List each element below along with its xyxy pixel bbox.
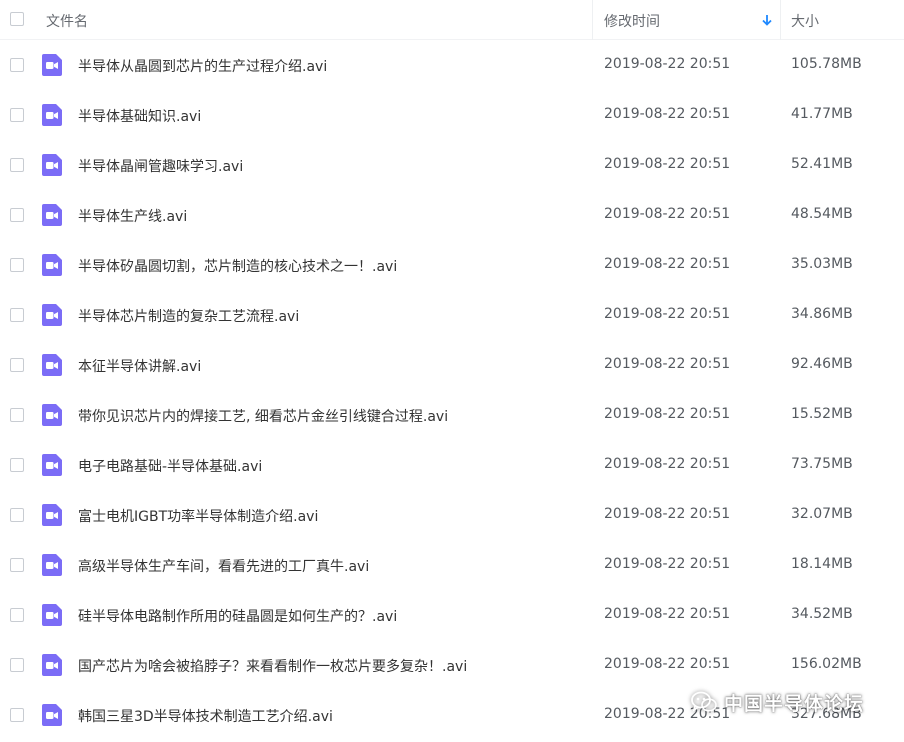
file-row[interactable]: 电子电路基础-半导体基础.avi 2019-08-22 20:51 73.75MB (0, 440, 904, 490)
file-size: 73.75MB (791, 456, 853, 472)
file-name[interactable]: 半导体基础知识.avi (78, 106, 201, 126)
file-size: 35.03MB (791, 256, 853, 272)
file-row[interactable]: 国产芯片为啥会被掐脖子？来看看制作一枚芯片要多复杂！.avi 2019-08-22… (0, 640, 904, 690)
file-list-header: 文件名 修改时间 大小 (0, 0, 904, 40)
file-row[interactable]: 高级半导体生产车间，看看先进的工厂真牛.avi 2019-08-22 20:51 1… (0, 540, 904, 590)
file-row[interactable]: 半导体矽晶圆切割，芯片制造的核心技术之一！.avi 2019-08-22 20:5… (0, 240, 904, 290)
file-row[interactable]: 硅半导体电路制作所用的硅晶圆是如何生产的？.avi 2019-08-22 20:5… (0, 590, 904, 640)
file-name[interactable]: 电子电路基础-半导体基础.avi (78, 456, 262, 476)
row-checkbox[interactable] (10, 108, 24, 122)
video-file-icon (42, 154, 62, 176)
file-name[interactable]: 国产芯片为啥会被掐脖子？来看看制作一枚芯片要多复杂！.avi (78, 656, 467, 676)
file-list: 文件名 修改时间 大小 半导体从晶圆到芯片的生产过程介绍.avi 2019-08-… (0, 0, 904, 742)
file-name[interactable]: 本征半导体讲解.avi (78, 356, 201, 376)
file-name[interactable]: 半导体芯片制造的复杂工艺流程.avi (78, 306, 299, 326)
file-modified-time: 2019-08-22 20:51 (604, 156, 731, 172)
file-size: 15.52MB (791, 406, 853, 422)
file-name[interactable]: 韩国三星3D半导体技术制造工艺介绍.avi (78, 706, 333, 726)
watermark: 中国半导体论坛 (690, 685, 864, 719)
file-name[interactable]: 硅半导体电路制作所用的硅晶圆是如何生产的？.avi (78, 606, 397, 626)
watermark-text: 中国半导体论坛 (724, 692, 865, 715)
file-size: 32.07MB (791, 506, 853, 522)
file-size: 92.46MB (791, 356, 853, 372)
video-file-icon (42, 54, 62, 76)
row-checkbox[interactable] (10, 508, 24, 522)
row-checkbox[interactable] (10, 258, 24, 272)
file-size: 41.77MB (791, 106, 853, 122)
file-row[interactable]: 半导体晶闸管趣味学习.avi 2019-08-22 20:51 52.41MB (0, 140, 904, 190)
file-row[interactable]: 带你见识芯片内的焊接工艺, 细看芯片金丝引线键合过程.avi 2019-08-22… (0, 390, 904, 440)
video-file-icon (42, 504, 62, 526)
file-modified-time: 2019-08-22 20:51 (604, 556, 731, 572)
video-file-icon (42, 404, 62, 426)
file-name[interactable]: 高级半导体生产车间，看看先进的工厂真牛.avi (78, 556, 369, 576)
row-checkbox[interactable] (10, 58, 24, 72)
video-file-icon (42, 354, 62, 376)
column-header-size[interactable]: 大小 (791, 11, 819, 31)
video-file-icon (42, 304, 62, 326)
column-divider (592, 0, 593, 40)
file-modified-time: 2019-08-22 20:51 (604, 306, 731, 322)
file-size: 52.41MB (791, 156, 853, 172)
select-all-checkbox[interactable] (10, 12, 24, 26)
video-file-icon (42, 554, 62, 576)
row-checkbox[interactable] (10, 458, 24, 472)
row-checkbox[interactable] (10, 158, 24, 172)
file-row[interactable]: 半导体芯片制造的复杂工艺流程.avi 2019-08-22 20:51 34.86M… (0, 290, 904, 340)
video-file-icon (42, 104, 62, 126)
file-name[interactable]: 富士电机IGBT功率半导体制造介绍.avi (78, 506, 318, 526)
file-modified-time: 2019-08-22 20:51 (604, 606, 731, 622)
video-file-icon (42, 654, 62, 676)
file-modified-time: 2019-08-22 20:51 (604, 106, 731, 122)
file-row[interactable]: 富士电机IGBT功率半导体制造介绍.avi 2019-08-22 20:51 32.… (0, 490, 904, 540)
file-name[interactable]: 带你见识芯片内的焊接工艺, 细看芯片金丝引线键合过程.avi (78, 406, 448, 426)
file-modified-time: 2019-08-22 20:51 (604, 356, 731, 372)
row-checkbox[interactable] (10, 708, 24, 722)
row-checkbox[interactable] (10, 408, 24, 422)
file-row[interactable]: 本征半导体讲解.avi 2019-08-22 20:51 92.46MB (0, 340, 904, 390)
row-checkbox[interactable] (10, 608, 24, 622)
row-checkbox[interactable] (10, 558, 24, 572)
file-row[interactable]: 半导体从晶圆到芯片的生产过程介绍.avi 2019-08-22 20:51 105.… (0, 40, 904, 90)
file-name[interactable]: 半导体晶闸管趣味学习.avi (78, 156, 243, 176)
video-file-icon (42, 604, 62, 626)
file-row[interactable]: 半导体生产线.avi 2019-08-22 20:51 48.54MB (0, 190, 904, 240)
file-size: 105.78MB (791, 56, 862, 72)
file-size: 18.14MB (791, 556, 853, 572)
row-checkbox[interactable] (10, 308, 24, 322)
file-size: 34.52MB (791, 606, 853, 622)
row-checkbox[interactable] (10, 658, 24, 672)
video-file-icon (42, 454, 62, 476)
file-modified-time: 2019-08-22 20:51 (604, 506, 731, 522)
file-modified-time: 2019-08-22 20:51 (604, 256, 731, 272)
arrow-down-icon[interactable] (760, 12, 774, 28)
column-header-name[interactable]: 文件名 (46, 11, 88, 31)
file-modified-time: 2019-08-22 20:51 (604, 206, 731, 222)
video-file-icon (42, 704, 62, 726)
row-checkbox[interactable] (10, 208, 24, 222)
file-modified-time: 2019-08-22 20:51 (604, 406, 731, 422)
file-modified-time: 2019-08-22 20:51 (604, 456, 731, 472)
column-divider (780, 0, 781, 40)
file-name[interactable]: 半导体矽晶圆切割，芯片制造的核心技术之一！.avi (78, 256, 397, 276)
column-header-modified-time[interactable]: 修改时间 (604, 11, 660, 31)
video-file-icon (42, 204, 62, 226)
wechat-icon (691, 691, 717, 713)
file-size: 48.54MB (791, 206, 853, 222)
file-modified-time: 2019-08-22 20:51 (604, 656, 731, 672)
row-checkbox[interactable] (10, 358, 24, 372)
file-modified-time: 2019-08-22 20:51 (604, 56, 731, 72)
file-size: 156.02MB (791, 656, 862, 672)
file-row[interactable]: 半导体基础知识.avi 2019-08-22 20:51 41.77MB (0, 90, 904, 140)
file-name[interactable]: 半导体生产线.avi (78, 206, 187, 226)
file-size: 34.86MB (791, 306, 853, 322)
file-name[interactable]: 半导体从晶圆到芯片的生产过程介绍.avi (78, 56, 327, 76)
video-file-icon (42, 254, 62, 276)
